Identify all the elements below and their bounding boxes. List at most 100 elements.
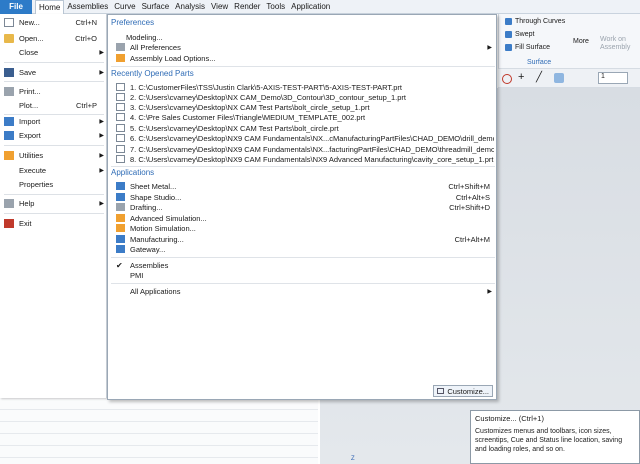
menu-item-export[interactable]: Export ▶ — [0, 130, 107, 141]
tab-surface[interactable]: Surface — [139, 0, 173, 14]
menu-item-pmi[interactable]: PMI — [116, 270, 494, 280]
drafting-icon — [116, 203, 125, 211]
help-icon — [4, 199, 14, 208]
menu-item-open[interactable]: Open... Ctrl+O — [0, 33, 107, 44]
preferences-heading: Preferences — [111, 18, 155, 27]
swept-button[interactable]: Swept — [505, 31, 534, 38]
view-icon[interactable] — [554, 73, 564, 83]
menu-item-execute[interactable]: Execute ▶ — [0, 165, 107, 176]
tooltip-title: Customize... (Ctrl+1) — [475, 414, 544, 423]
tab-tools[interactable]: Tools — [263, 0, 288, 14]
more-button[interactable]: More — [573, 38, 589, 45]
menu-item-print[interactable]: Print... — [0, 86, 107, 97]
snap-point-icon[interactable] — [502, 74, 512, 84]
menu-divider — [4, 62, 104, 63]
recent-part-item[interactable]: 8. C:\Users\cvarney\Desktop\NX9 CAM Fund… — [116, 154, 494, 164]
menu-item-label: 1. C:\CustomerFiles\TSS\Justin Clark\5-A… — [130, 82, 403, 92]
menu-item-import[interactable]: Import ▶ — [0, 116, 107, 127]
menu-item-label: Export — [19, 131, 41, 140]
menu-item-label: 4. C:\Pre Sales Customer Files\Triangle\… — [130, 112, 366, 122]
menu-item-motion-simulation[interactable]: Motion Simulation... — [116, 223, 494, 233]
recent-part-item[interactable]: 5. C:\Users\cvarney\Desktop\NX CAM Test … — [116, 123, 494, 133]
menu-item-exit[interactable]: Exit — [0, 218, 107, 229]
menu-item-shape-studio[interactable]: Shape Studio... Ctrl+Alt+S — [116, 192, 494, 202]
menu-item-sheet-metal[interactable]: Sheet Metal... Ctrl+Shift+M — [116, 181, 494, 191]
through-curves-button[interactable]: Through Curves — [505, 18, 565, 25]
layer-combo[interactable]: 1 — [598, 72, 628, 84]
z-axis-label: Z — [351, 456, 355, 462]
menu-item-shortcut: Ctrl+P — [75, 101, 97, 110]
menu-item-plot[interactable]: Plot... Ctrl+P — [0, 100, 107, 111]
menu-item-label: Properties — [19, 180, 54, 189]
menu-item-close[interactable]: Close ▶ — [0, 47, 107, 58]
menu-item-new[interactable]: New... Ctrl+N — [0, 17, 107, 28]
utilities-icon — [4, 151, 14, 160]
menu-item-label: Drafting... — [130, 202, 163, 212]
menu-item-properties[interactable]: Properties — [0, 179, 107, 190]
file-menu-panel: Preferences Modeling... All Preferences … — [107, 14, 497, 400]
menu-item-utilities[interactable]: Utilities ▶ — [0, 150, 107, 161]
menu-item-drafting[interactable]: Drafting... Ctrl+Shift+D — [116, 202, 494, 212]
tab-view[interactable]: View — [208, 0, 231, 14]
menu-item-assemblies[interactable]: ✔ Assemblies — [116, 260, 494, 271]
menu-divider — [4, 145, 104, 146]
exit-icon — [4, 219, 14, 228]
recent-part-item[interactable]: 1. C:\CustomerFiles\TSS\Justin Clark\5-A… — [116, 82, 494, 92]
tab-analysis[interactable]: Analysis — [172, 0, 208, 14]
menu-item-shortcut: Ctrl+O — [75, 34, 97, 43]
menu-divider — [4, 194, 104, 195]
surface-group-label: Surface — [527, 59, 552, 66]
tab-curve[interactable]: Curve — [111, 0, 138, 14]
recent-part-item[interactable]: 6. C:\Users\cvarney\Desktop\NX9 CAM Fund… — [116, 133, 494, 143]
tab-application[interactable]: Application — [288, 0, 333, 14]
menu-item-label: Gateway... — [130, 244, 166, 254]
menu-item-label: New... — [19, 18, 40, 27]
file-tab[interactable]: File — [0, 0, 32, 14]
menu-divider — [111, 166, 495, 167]
menu-item-all-applications[interactable]: All Applications ▶ — [116, 286, 494, 296]
through-curves-label: Through Curves — [515, 18, 566, 25]
part-file-icon — [116, 83, 125, 91]
recent-part-item[interactable]: 4. C:\Pre Sales Customer Files\Triangle\… — [116, 112, 494, 122]
customize-button[interactable]: Customize... — [433, 385, 493, 397]
fill-surface-icon — [505, 44, 512, 51]
menu-item-manufacturing[interactable]: Manufacturing... Ctrl+Alt+M — [116, 234, 494, 244]
recent-parts-heading: Recently Opened Parts — [111, 69, 194, 78]
menu-item-label: 7. C:\Users\cvarney\Desktop\NX9 CAM Fund… — [130, 144, 494, 154]
recent-part-item[interactable]: 3. C:\Users\cvarney\Desktop\NX CAM Test … — [116, 102, 494, 112]
fill-surface-label: Fill Surface — [515, 44, 551, 51]
menu-item-label: Print... — [19, 87, 41, 96]
menu-item-label: Execute — [19, 166, 47, 175]
menu-item-label: Import — [19, 117, 41, 126]
tab-home[interactable]: Home — [35, 0, 65, 14]
menu-item-advanced-simulation[interactable]: Advanced Simulation... — [116, 213, 494, 223]
motion-simulation-icon — [116, 224, 125, 232]
menu-item-assembly-load-options[interactable]: Assembly Load Options... — [116, 53, 494, 63]
menu-item-label: Utilities — [19, 151, 44, 160]
menu-divider — [111, 66, 495, 67]
menu-divider — [111, 257, 495, 258]
tab-assemblies[interactable]: Assemblies — [64, 0, 111, 14]
menu-item-modeling[interactable]: Modeling... — [116, 32, 494, 42]
import-icon — [4, 117, 14, 126]
recent-part-item[interactable]: 7. C:\Users\cvarney\Desktop\NX9 CAM Fund… — [116, 144, 494, 154]
menu-item-label: Motion Simulation... — [130, 223, 196, 233]
file-menu: New... Ctrl+N Open... Ctrl+O Close ▶ Sav… — [0, 14, 107, 398]
menu-item-label: Modeling... — [126, 32, 163, 42]
work-on-assembly-button[interactable]: Work on Assembly — [600, 36, 640, 52]
menu-item-label: Shape Studio... — [130, 192, 182, 202]
menu-item-save[interactable]: Save ▶ — [0, 67, 107, 78]
recent-part-item[interactable]: 2. C:\Users\cvarney\Desktop\NX CAM_Demo\… — [116, 92, 494, 102]
menu-item-shortcut: Ctrl+Shift+D — [449, 202, 490, 212]
manufacturing-icon — [116, 235, 125, 243]
line-icon[interactable]: ╱ — [536, 72, 542, 83]
fill-surface-button[interactable]: Fill Surface — [505, 44, 550, 51]
menu-item-shortcut: Ctrl+Alt+M — [454, 234, 490, 244]
tab-render[interactable]: Render — [231, 0, 263, 14]
menu-item-all-preferences[interactable]: All Preferences ▶ — [116, 42, 494, 52]
chevron-right-icon: ▶ — [487, 44, 492, 51]
crosshair-icon[interactable]: + — [518, 72, 524, 83]
menu-item-gateway[interactable]: Gateway... — [116, 244, 494, 254]
tooltip-description: Customizes menus and toolbars, icon size… — [475, 428, 623, 453]
menu-item-help[interactable]: Help ▶ — [0, 198, 107, 209]
